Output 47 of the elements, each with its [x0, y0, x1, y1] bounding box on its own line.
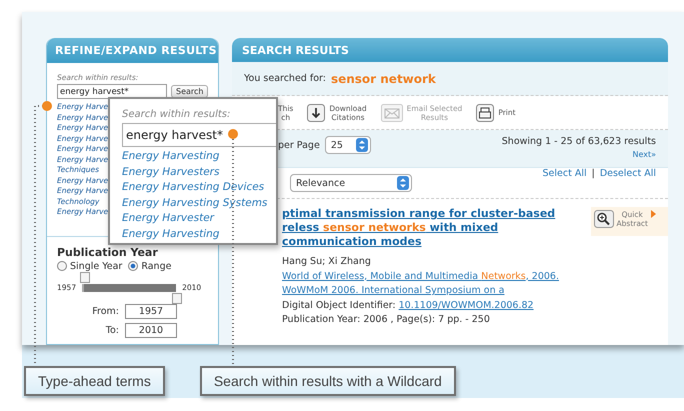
- search-button[interactable]: Search: [171, 85, 208, 98]
- venue-link[interactable]: World of Wireless, Mobile and Multimedia Networks, 2006. WoWMoM 2006. International Symposium on a: [282, 270, 559, 298]
- stepper-icon: [356, 138, 368, 152]
- per-page-label: per Page: [278, 140, 320, 150]
- doi-link[interactable]: 10.1109/WOWMOM.2006.82: [398, 300, 534, 310]
- typeahead-suggestion[interactable]: Energy Harvesting: [122, 149, 220, 164]
- magnifier-plus-icon: [594, 210, 614, 228]
- radio-label: Single Year: [70, 260, 122, 272]
- stepper-icon: [397, 176, 409, 190]
- results-count: Showing 1 - 25 of 63,623 results: [502, 136, 656, 147]
- slider-handle[interactable]: [172, 292, 182, 304]
- search-query: sensor network: [330, 72, 436, 86]
- per-page-select[interactable]: 25: [324, 136, 371, 154]
- field-label: To:: [106, 324, 119, 336]
- typeahead-suggestion[interactable]: Energy Harvesting: [122, 226, 220, 242]
- year-field[interactable]: 2010: [125, 322, 177, 338]
- radio-unselected[interactable]: [57, 261, 67, 271]
- sort-select[interactable]: Relevance: [290, 174, 412, 192]
- radio-label: Range: [141, 260, 172, 272]
- typeahead-suggestion[interactable]: Energy Harvesting Devices: [122, 180, 264, 196]
- triangle-icon: [651, 210, 656, 218]
- result-title-link[interactable]: ptimal transmission range for cluster-based reless sensor networks with mixed communication modes: [282, 207, 559, 249]
- link-separator: |: [592, 168, 595, 179]
- callout-label: Type-ahead terms: [24, 366, 165, 396]
- callout-label: Search within results with a Wildcard: [200, 366, 456, 396]
- field-label: From:: [92, 306, 119, 316]
- search-summary-label: You searched for:: [244, 73, 326, 84]
- typeahead-suggestion[interactable]: Energy Harvesting Systems: [122, 196, 268, 211]
- radio-selected[interactable]: [128, 261, 138, 271]
- popup-search-field[interactable]: energy harvest*: [122, 123, 276, 147]
- section-title: Publication Year: [57, 246, 159, 258]
- popup-search-label: Search within results:: [122, 109, 232, 120]
- printer-icon: [476, 104, 494, 122]
- next-link[interactable]: Next»: [632, 150, 656, 159]
- download-icon: [307, 104, 326, 122]
- select-all-link[interactable]: Select All: [542, 168, 587, 179]
- result-authors: Hang Su; Xi Zhang: [282, 255, 372, 269]
- year-field[interactable]: 1957: [125, 304, 177, 318]
- panel-header: REFINE/EXPAND RESULTS: [47, 38, 218, 63]
- typeahead-suggestion[interactable]: Energy Harvesters: [122, 164, 220, 180]
- envelope-icon: [380, 104, 403, 122]
- publication-info: Publication Year: 2006 , Page(s): 7 pp. - 250: [282, 313, 491, 327]
- panel-header: SEARCH RESULTS: [232, 38, 668, 62]
- typeahead-suggestion[interactable]: Energy Harvester: [122, 211, 214, 226]
- slider-handle[interactable]: [80, 272, 90, 282]
- doi-label: Digital Object Identifier:: [282, 300, 397, 310]
- deselect-all-link[interactable]: Deselect All: [600, 168, 656, 179]
